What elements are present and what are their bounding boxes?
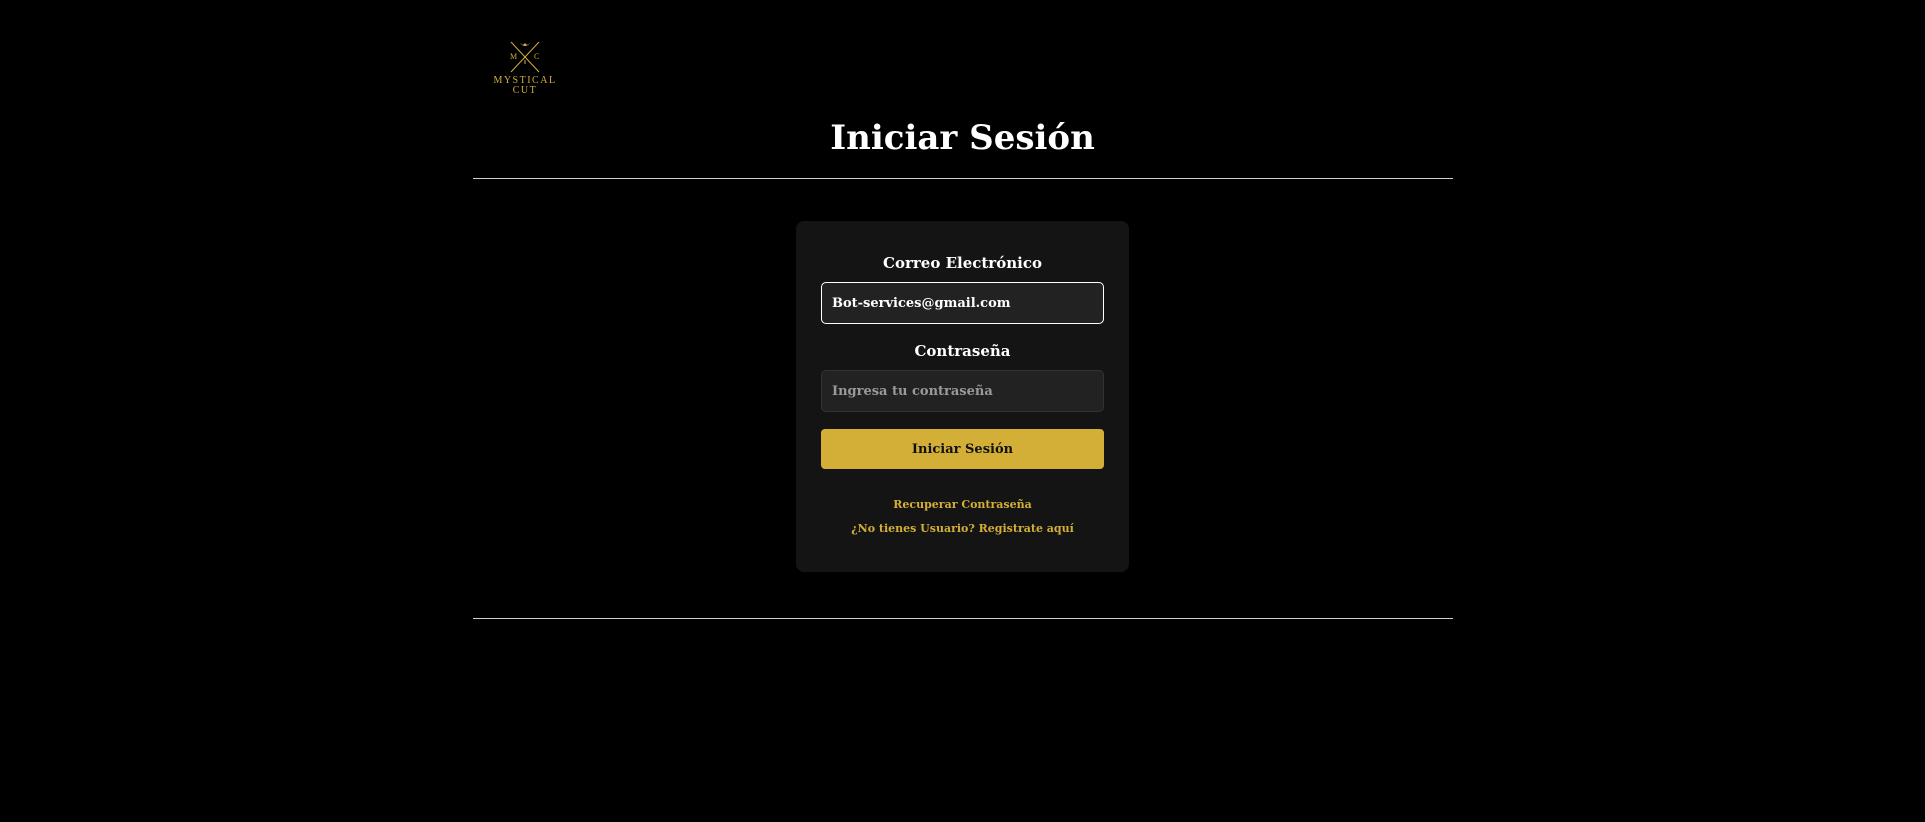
logo-text-line2: CUT (512, 85, 538, 96)
logo-monogram-left: M (510, 52, 517, 61)
bottom-divider (473, 618, 1453, 619)
brand-logo[interactable]: M C MYSTICAL CUT (490, 38, 560, 96)
login-page: M C MYSTICAL CUT Iniciar Sesión Correo E… (0, 0, 1925, 822)
email-label: Correo Electrónico (883, 254, 1042, 272)
register-link[interactable]: ¿No tienes Usuario? Registrate aquí (796, 522, 1129, 535)
logo-monogram-right: C (534, 52, 539, 61)
email-field[interactable] (821, 282, 1104, 324)
logo-emblem-icon: M C (510, 41, 540, 73)
page-title: Iniciar Sesión (830, 118, 1095, 158)
top-divider (473, 178, 1453, 179)
password-field[interactable] (821, 370, 1104, 412)
password-label: Contraseña (914, 342, 1011, 360)
recover-password-link[interactable]: Recuperar Contraseña (796, 498, 1129, 511)
login-card: Correo Electrónico Contraseña Iniciar Se… (796, 221, 1129, 572)
login-button[interactable]: Iniciar Sesión (821, 429, 1104, 469)
